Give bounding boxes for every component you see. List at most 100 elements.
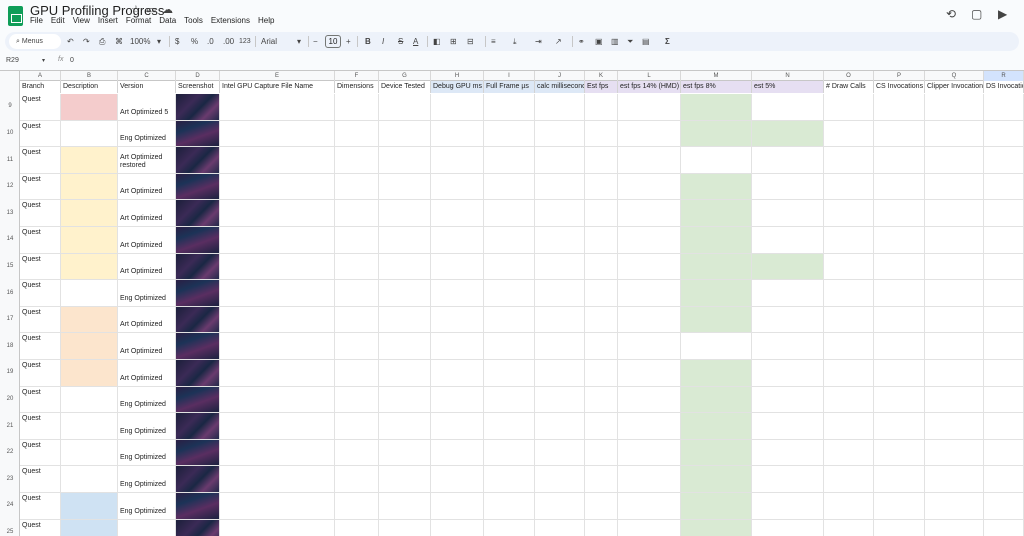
data-cell[interactable] bbox=[874, 386, 925, 413]
data-cell[interactable] bbox=[220, 386, 335, 413]
currency-format-button[interactable]: $ bbox=[175, 35, 179, 48]
data-cell[interactable] bbox=[535, 439, 585, 466]
data-cell[interactable] bbox=[535, 386, 585, 413]
version-cell[interactable]: Art Optimized bbox=[118, 306, 176, 333]
est-5-cell[interactable] bbox=[752, 147, 824, 173]
branch-cell[interactable]: Quest bbox=[20, 200, 61, 226]
chevron-down-icon[interactable]: ▾ bbox=[157, 35, 161, 48]
est-5-cell[interactable] bbox=[752, 386, 824, 413]
strikethrough-button[interactable]: S bbox=[398, 35, 403, 48]
menu-item[interactable]: Edit bbox=[51, 16, 65, 28]
branch-cell[interactable]: Quest bbox=[20, 466, 61, 492]
data-cell[interactable] bbox=[874, 439, 925, 466]
data-cell[interactable] bbox=[618, 519, 681, 536]
data-cell[interactable] bbox=[618, 147, 681, 173]
redo-icon[interactable]: ↷ bbox=[83, 35, 90, 48]
data-cell[interactable] bbox=[335, 253, 379, 280]
history-icon[interactable]: ⟲ bbox=[946, 7, 956, 21]
data-cell[interactable] bbox=[618, 94, 681, 120]
description-cell[interactable] bbox=[61, 147, 118, 173]
data-cell[interactable] bbox=[618, 227, 681, 253]
data-cell[interactable] bbox=[379, 413, 431, 439]
est-5-cell[interactable] bbox=[752, 360, 824, 386]
row-number[interactable]: 14 bbox=[0, 236, 20, 242]
est-fps-8-cell[interactable] bbox=[681, 253, 752, 280]
data-cell[interactable] bbox=[535, 94, 585, 120]
data-cell[interactable] bbox=[925, 253, 984, 280]
data-cell[interactable] bbox=[431, 200, 484, 226]
version-cell[interactable]: Art Optimized 5 bbox=[118, 94, 176, 120]
zoom-select[interactable]: 100% bbox=[130, 35, 150, 48]
data-cell[interactable] bbox=[824, 439, 874, 466]
est-fps-8-cell[interactable] bbox=[681, 519, 752, 536]
data-cell[interactable] bbox=[484, 413, 535, 439]
data-cell[interactable] bbox=[925, 173, 984, 200]
borders-icon[interactable]: ⊞ bbox=[450, 35, 457, 48]
data-cell[interactable] bbox=[431, 147, 484, 173]
data-cell[interactable] bbox=[379, 120, 431, 147]
description-cell[interactable] bbox=[61, 466, 118, 492]
undo-icon[interactable]: ↶ bbox=[67, 35, 74, 48]
screenshot-image[interactable] bbox=[176, 413, 220, 439]
text-wrap-icon[interactable]: ⇥ bbox=[535, 35, 542, 48]
data-cell[interactable] bbox=[824, 253, 874, 280]
description-cell[interactable] bbox=[61, 360, 118, 386]
data-cell[interactable] bbox=[220, 360, 335, 386]
data-cell[interactable] bbox=[335, 94, 379, 120]
data-cell[interactable] bbox=[984, 519, 1024, 536]
est-fps-8-cell[interactable] bbox=[681, 147, 752, 173]
branch-cell[interactable]: Quest bbox=[20, 519, 61, 536]
est-fps-8-cell[interactable] bbox=[681, 200, 752, 226]
data-cell[interactable] bbox=[984, 493, 1024, 519]
data-cell[interactable] bbox=[984, 120, 1024, 147]
fill-color-icon[interactable]: ◧ bbox=[433, 35, 441, 48]
data-cell[interactable] bbox=[335, 200, 379, 226]
row-number[interactable]: 17 bbox=[0, 316, 20, 322]
header-cell[interactable]: est 5% bbox=[752, 81, 824, 93]
data-cell[interactable] bbox=[984, 173, 1024, 200]
table-row[interactable]: Quest Eng Optimized bbox=[20, 386, 1024, 414]
column-header-c[interactable]: C bbox=[118, 71, 176, 81]
est-5-cell[interactable] bbox=[752, 227, 824, 253]
table-row[interactable]: Quest Art Optimized bbox=[20, 253, 1024, 281]
data-cell[interactable] bbox=[484, 439, 535, 466]
row-number[interactable]: 19 bbox=[0, 369, 20, 375]
screenshot-image[interactable] bbox=[176, 227, 220, 253]
data-cell[interactable] bbox=[824, 280, 874, 306]
data-cell[interactable] bbox=[335, 227, 379, 253]
data-cell[interactable] bbox=[925, 120, 984, 147]
filter-icon[interactable]: ⏷ bbox=[627, 35, 633, 48]
paint-format-icon[interactable]: ⌘ bbox=[115, 35, 123, 48]
data-cell[interactable] bbox=[431, 439, 484, 466]
data-cell[interactable] bbox=[379, 360, 431, 386]
description-cell[interactable] bbox=[61, 120, 118, 147]
data-cell[interactable] bbox=[585, 333, 618, 359]
data-cell[interactable] bbox=[874, 519, 925, 536]
data-cell[interactable] bbox=[431, 519, 484, 536]
data-cell[interactable] bbox=[220, 466, 335, 492]
data-cell[interactable] bbox=[984, 147, 1024, 173]
screenshot-image[interactable] bbox=[176, 439, 220, 466]
data-cell[interactable] bbox=[618, 173, 681, 200]
header-cell[interactable]: CS Invocations bbox=[874, 81, 925, 93]
data-cell[interactable] bbox=[824, 386, 874, 413]
description-cell[interactable] bbox=[61, 386, 118, 413]
branch-cell[interactable]: Quest bbox=[20, 173, 61, 200]
data-cell[interactable] bbox=[535, 253, 585, 280]
data-cell[interactable] bbox=[874, 306, 925, 333]
table-row[interactable]: Quest Eng Optimized bbox=[20, 120, 1024, 148]
row-number[interactable]: 20 bbox=[0, 396, 20, 402]
data-cell[interactable] bbox=[535, 306, 585, 333]
version-cell[interactable]: Eng Optimized bbox=[118, 386, 176, 413]
data-cell[interactable] bbox=[585, 200, 618, 226]
data-cell[interactable] bbox=[379, 519, 431, 536]
version-cell[interactable]: Art Optimized bbox=[118, 333, 176, 359]
data-cell[interactable] bbox=[824, 173, 874, 200]
search-menus-button[interactable]: ⌕ Menus bbox=[9, 34, 61, 49]
data-cell[interactable] bbox=[824, 120, 874, 147]
print-icon[interactable]: ⎙ bbox=[99, 35, 105, 48]
est-fps-8-cell[interactable] bbox=[681, 360, 752, 386]
data-cell[interactable] bbox=[220, 147, 335, 173]
table-row[interactable]: Quest Art Optimized bbox=[20, 360, 1024, 387]
data-cell[interactable] bbox=[220, 333, 335, 359]
